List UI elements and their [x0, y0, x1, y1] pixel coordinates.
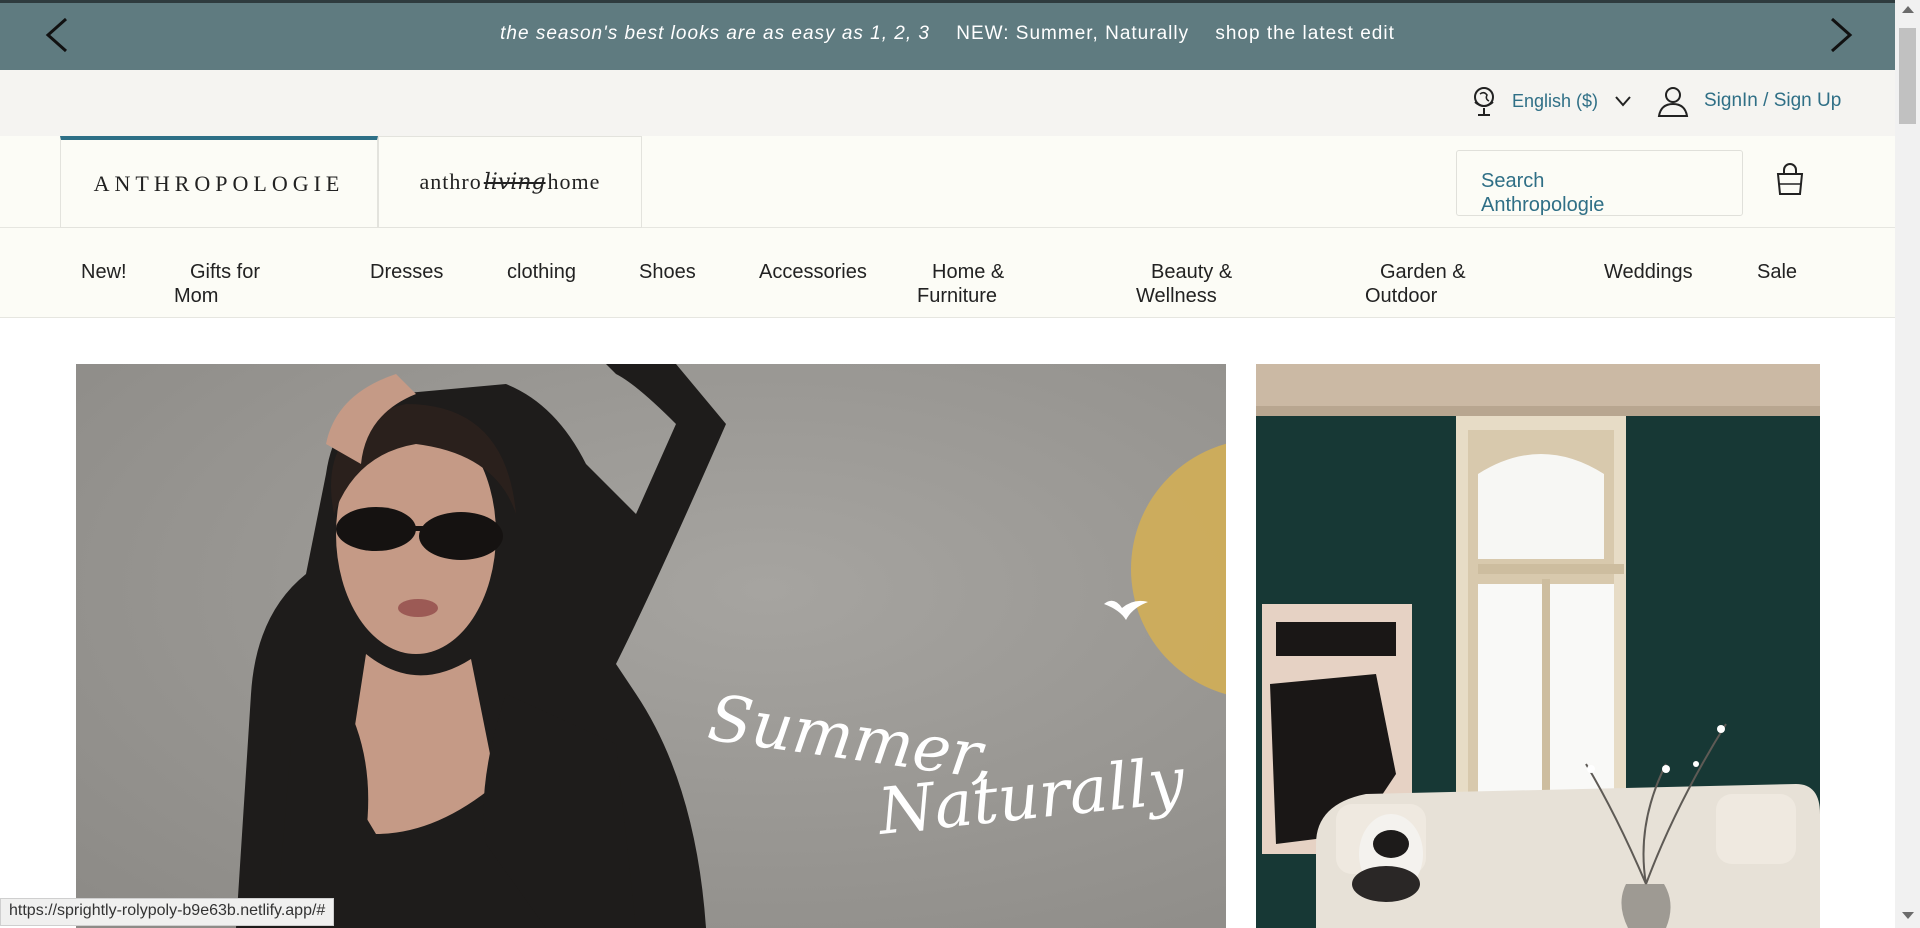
- main-nav: New! Gifts for Mom Dresses clothing Shoe…: [0, 228, 1895, 318]
- user-icon: [1657, 87, 1689, 117]
- hero-image: Summer, Naturally: [76, 364, 1226, 928]
- nav-item-label: Mom: [174, 285, 219, 307]
- living-room-image: [1256, 364, 1820, 928]
- nav-item-weddings[interactable]: Weddings: [1604, 260, 1693, 284]
- nav-item-label: Gifts for: [190, 261, 261, 283]
- brand-tab-anthropologie[interactable]: ANTHROPOLOGIE: [60, 136, 378, 228]
- language-label: English ($): [1512, 90, 1599, 111]
- nav-item-sale[interactable]: Sale: [1757, 260, 1797, 284]
- status-url: https://sprightly-rolypoly-b9e63b.netlif…: [0, 898, 335, 926]
- site-header: ANTHROPOLOGIE anthro living home Search …: [0, 136, 1895, 228]
- signin-label: SignIn / Sign Up: [1704, 90, 1842, 111]
- promo-message[interactable]: NEW: Summer, Naturally: [956, 23, 1189, 45]
- promo-message[interactable]: shop the latest edit: [1215, 23, 1395, 45]
- scroll-down-icon[interactable]: [1902, 912, 1914, 919]
- chevron-right-icon[interactable]: [1820, 15, 1860, 55]
- brand-logo-part: anthro: [419, 169, 482, 194]
- brand-logo-part: home: [547, 169, 601, 194]
- nav-item-label: Outdoor: [1365, 285, 1438, 307]
- brand-logo-anthropologie: ANTHROPOLOGIE: [93, 170, 345, 196]
- promo-banner: the season's best looks are as easy as 1…: [0, 0, 1895, 70]
- brand-tab-anthroliving[interactable]: anthro living home: [378, 136, 642, 228]
- utility-bar: English ($) SignIn / Sign Up: [0, 70, 1895, 136]
- globe-icon: [1474, 87, 1494, 116]
- nav-item-label: Beauty &: [1151, 261, 1233, 283]
- nav-item-garden-outdoor[interactable]: Garden & Outdoor: [1365, 260, 1466, 308]
- chevron-down-icon: [1615, 96, 1631, 107]
- nav-item-label: Wellness: [1136, 285, 1217, 307]
- page: the season's best looks are as easy as 1…: [0, 0, 1920, 928]
- search-input[interactable]: Search Anthropologie: [1456, 150, 1743, 216]
- nav-item-beauty-wellness[interactable]: Beauty & Wellness: [1136, 260, 1232, 308]
- signin-link[interactable]: SignIn / Sign Up: [1656, 84, 1841, 118]
- shopping-bag-icon[interactable]: [1774, 162, 1806, 196]
- nav-item-dresses[interactable]: Dresses: [370, 260, 443, 284]
- hero-banner-home[interactable]: [1256, 364, 1820, 928]
- scrollbar[interactable]: [1895, 0, 1920, 928]
- nav-item-shoes[interactable]: Shoes: [639, 260, 696, 284]
- nav-item-label: Home &: [932, 261, 1005, 283]
- scroll-up-icon[interactable]: [1902, 6, 1914, 13]
- scrollbar-thumb[interactable]: [1899, 28, 1916, 124]
- nav-item-new[interactable]: New!: [81, 260, 127, 284]
- nav-item-clothing[interactable]: clothing: [507, 260, 576, 284]
- promo-message[interactable]: the season's best looks are as easy as 1…: [500, 23, 930, 45]
- brand-logo-part: living: [483, 169, 546, 195]
- search-placeholder: Search: [1481, 170, 1545, 192]
- nav-item-home-furniture[interactable]: Home & Furniture: [917, 260, 1004, 308]
- hero-banner-summer[interactable]: Summer, Naturally: [76, 364, 1226, 928]
- language-selector[interactable]: English ($): [1470, 84, 1632, 118]
- search-placeholder: Anthropologie: [1481, 194, 1605, 216]
- nav-item-label: Garden &: [1380, 261, 1466, 283]
- nav-item-gifts-for-mom[interactable]: Gifts for Mom: [174, 260, 260, 308]
- nav-item-label: Furniture: [917, 285, 998, 307]
- promo-messages: the season's best looks are as easy as 1…: [0, 23, 1895, 45]
- nav-item-accessories[interactable]: Accessories: [759, 260, 867, 284]
